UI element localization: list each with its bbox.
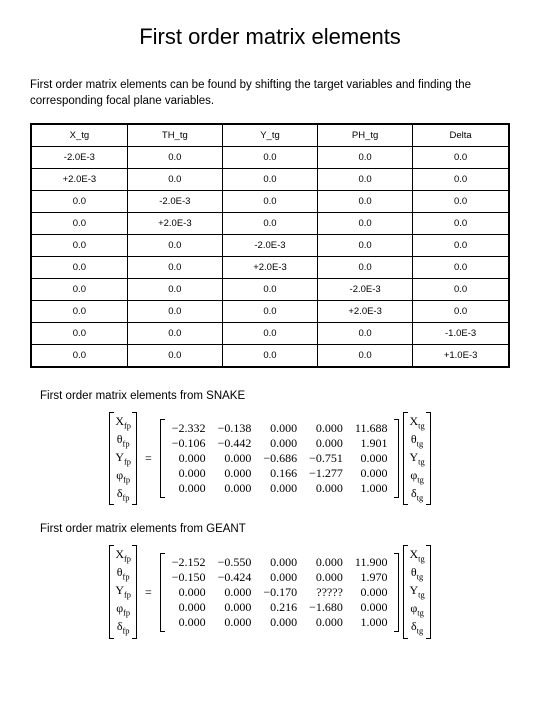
col-header: Delta [413, 124, 509, 147]
table-row: 0.00.00.0+2.0E-30.0 [31, 301, 509, 323]
equals-sign: = [141, 585, 156, 600]
table-row: 0.0+2.0E-30.00.00.0 [31, 213, 509, 235]
table-row: 0.00.0+2.0E-30.00.0 [31, 257, 509, 279]
table-row: 0.0-2.0E-30.00.00.0 [31, 191, 509, 213]
geant-label: First order matrix elements from GEANT [40, 523, 510, 535]
geant-equation: Xfp θfp Yfp φfp δfp = −2.152−0.5500.0000… [30, 545, 510, 638]
snake-label: First order matrix elements from SNAKE [40, 390, 510, 402]
intro-text: First order matrix elements can be found… [30, 78, 510, 109]
snake-matrix: −2.332−0.1380.0000.00011.688 −0.106−0.44… [160, 419, 400, 498]
tg-vector: Xtg θtg Ytg φtg δtg [403, 545, 430, 638]
table-row: 0.00.00.0-2.0E-30.0 [31, 279, 509, 301]
col-header: X_tg [31, 124, 127, 147]
equals-sign: = [141, 451, 156, 466]
col-header: PH_tg [318, 124, 413, 147]
col-header: Y_tg [222, 124, 317, 147]
table-row: 0.00.0-2.0E-30.00.0 [31, 235, 509, 257]
col-header: TH_tg [127, 124, 222, 147]
fp-vector: Xfp θfp Yfp φfp δfp [109, 545, 137, 638]
table-row: +2.0E-30.00.00.00.0 [31, 169, 509, 191]
shift-table: X_tg TH_tg Y_tg PH_tg Delta -2.0E-30.00.… [30, 123, 510, 368]
snake-equation: Xfp θfp Yfp φfp δfp = −2.332−0.1380.0000… [30, 412, 510, 505]
page-title: First order matrix elements [30, 24, 510, 50]
geant-matrix: −2.152−0.5500.0000.00011.900 −0.150−0.42… [160, 553, 400, 632]
fp-vector: Xfp θfp Yfp φfp δfp [109, 412, 137, 505]
tg-vector: Xtg θtg Ytg φtg δtg [403, 412, 430, 505]
table-row: 0.00.00.00.0+1.0E-3 [31, 345, 509, 368]
table-row: 0.00.00.00.0-1.0E-3 [31, 323, 509, 345]
table-row: -2.0E-30.00.00.00.0 [31, 147, 509, 169]
